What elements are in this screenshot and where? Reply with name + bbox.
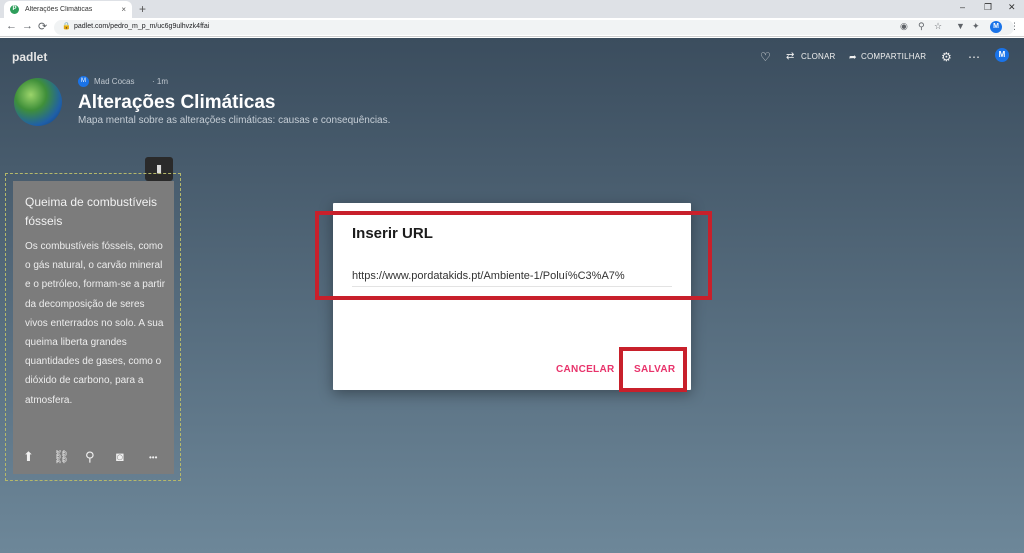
menu-dots-icon[interactable]: ⋮ bbox=[1010, 21, 1019, 32]
forward-icon[interactable]: → bbox=[22, 20, 33, 32]
reload-icon[interactable]: ⟳ bbox=[38, 20, 47, 33]
attachment-toolbar: ⬆ ⛓ ⚲ ◙ ••• bbox=[23, 449, 168, 465]
url-input[interactable] bbox=[352, 265, 672, 287]
link-icon[interactable]: ⛓ bbox=[53, 449, 70, 465]
share-button[interactable]: COMPARTILHAR bbox=[861, 52, 926, 61]
tab-close-icon[interactable]: × bbox=[121, 5, 126, 14]
tab-title: Alterações Climáticas bbox=[25, 6, 93, 13]
camera-icon[interactable]: ◙ bbox=[116, 449, 124, 464]
browser-tab-bar: P Alterações Climáticas × + – ❐ ✕ bbox=[0, 0, 1024, 18]
padlet-favicon-icon: P bbox=[10, 5, 19, 14]
post-body[interactable]: Os combustíveis fósseis, como o gás natu… bbox=[25, 237, 170, 410]
extension-filter-icon[interactable]: ▼ bbox=[956, 21, 965, 31]
post-time: · 1m bbox=[152, 77, 168, 86]
window-close-icon[interactable]: ✕ bbox=[1008, 2, 1016, 13]
share-icon: ➦ bbox=[849, 52, 857, 62]
padlet-logo[interactable]: padlet bbox=[12, 50, 47, 64]
upload-icon[interactable]: ⬆ bbox=[23, 449, 34, 465]
clone-button[interactable]: CLONAR bbox=[801, 52, 836, 61]
insert-url-dialog: Inserir URL CANCELAR SALVAR bbox=[333, 203, 691, 390]
restore-icon[interactable]: ❐ bbox=[984, 2, 992, 13]
browser-toolbar: ← → ⟳ 🔒 padlet.com/pedro_m_p_m/uc6g9ulhv… bbox=[0, 18, 1024, 37]
star-icon[interactable]: ☆ bbox=[934, 21, 942, 32]
lock-icon[interactable]: 🔒 bbox=[62, 22, 71, 30]
more-attachments-icon[interactable]: ••• bbox=[149, 453, 157, 462]
browser-tab[interactable]: P Alterações Climáticas × bbox=[4, 1, 132, 18]
gear-icon[interactable]: ⚙ bbox=[941, 50, 952, 64]
new-tab-button[interactable]: + bbox=[139, 1, 146, 17]
dialog-title: Inserir URL bbox=[352, 225, 433, 242]
board-globe-icon bbox=[14, 78, 62, 126]
cancel-button[interactable]: CANCELAR bbox=[556, 364, 615, 375]
browser-profile-avatar[interactable]: M bbox=[990, 21, 1002, 33]
search-icon[interactable]: ⚲ bbox=[85, 449, 95, 465]
more-options-icon[interactable]: ⋯ bbox=[968, 50, 980, 64]
author-name[interactable]: Mad Cocas bbox=[94, 77, 134, 86]
heart-icon[interactable]: ♡ bbox=[760, 50, 771, 64]
zoom-icon[interactable]: ⚲ bbox=[918, 21, 925, 32]
author-avatar: M bbox=[78, 76, 89, 87]
board-title: Alterações Climáticas bbox=[78, 92, 276, 113]
post-title[interactable]: Queima de combustíveis fósseis bbox=[25, 193, 165, 231]
minimize-icon[interactable]: – bbox=[960, 2, 965, 12]
puzzle-icon[interactable]: ✦ bbox=[972, 21, 980, 32]
google-lens-icon[interactable]: ◉ bbox=[900, 21, 908, 32]
board-description: Mapa mental sobre as alterações climátic… bbox=[78, 115, 391, 126]
user-avatar[interactable]: M bbox=[995, 48, 1009, 62]
save-button[interactable]: SALVAR bbox=[634, 364, 675, 375]
url-text[interactable]: padlet.com/pedro_m_p_m/uc6g9ulhvzk4ffai bbox=[74, 23, 209, 30]
back-icon[interactable]: ← bbox=[6, 20, 17, 32]
clone-icon: ⇄ bbox=[786, 51, 795, 62]
post-card[interactable]: Queima de combustíveis fósseis Os combus… bbox=[13, 181, 174, 474]
